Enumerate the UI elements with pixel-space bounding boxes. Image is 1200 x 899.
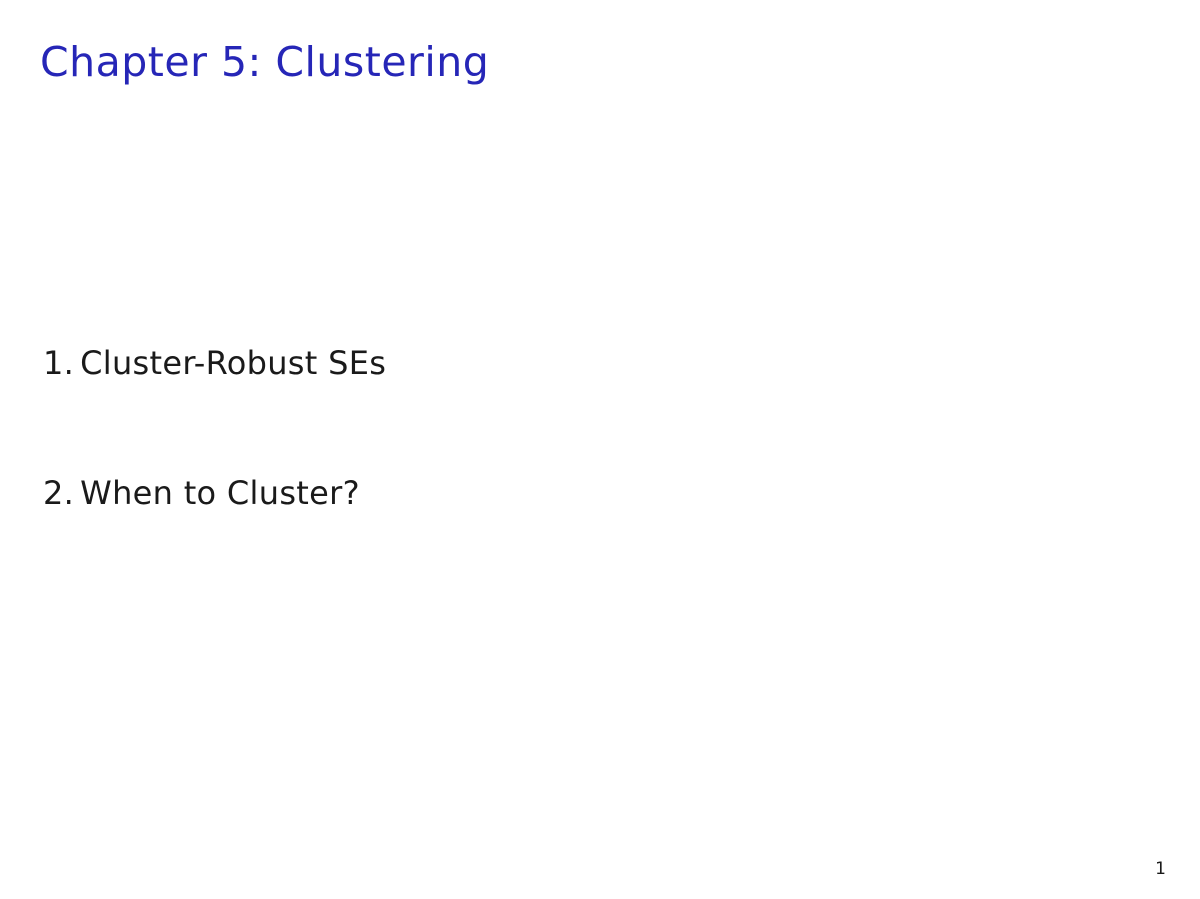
item-text: Cluster-Robust SEs: [80, 344, 386, 382]
page-number: 1: [1155, 859, 1166, 879]
item-number: 1.: [43, 344, 74, 382]
item-text: When to Cluster?: [80, 474, 360, 512]
slide-title: Chapter 5: Clustering: [40, 38, 1160, 86]
list-item: 1.Cluster-Robust SEs: [43, 344, 1160, 382]
slide-container: Chapter 5: Clustering 1.Cluster-Robust S…: [0, 0, 1200, 899]
slide-content: 1.Cluster-Robust SEs 2.When to Cluster?: [40, 344, 1160, 512]
list-item: 2.When to Cluster?: [43, 474, 1160, 512]
item-number: 2.: [43, 474, 74, 512]
